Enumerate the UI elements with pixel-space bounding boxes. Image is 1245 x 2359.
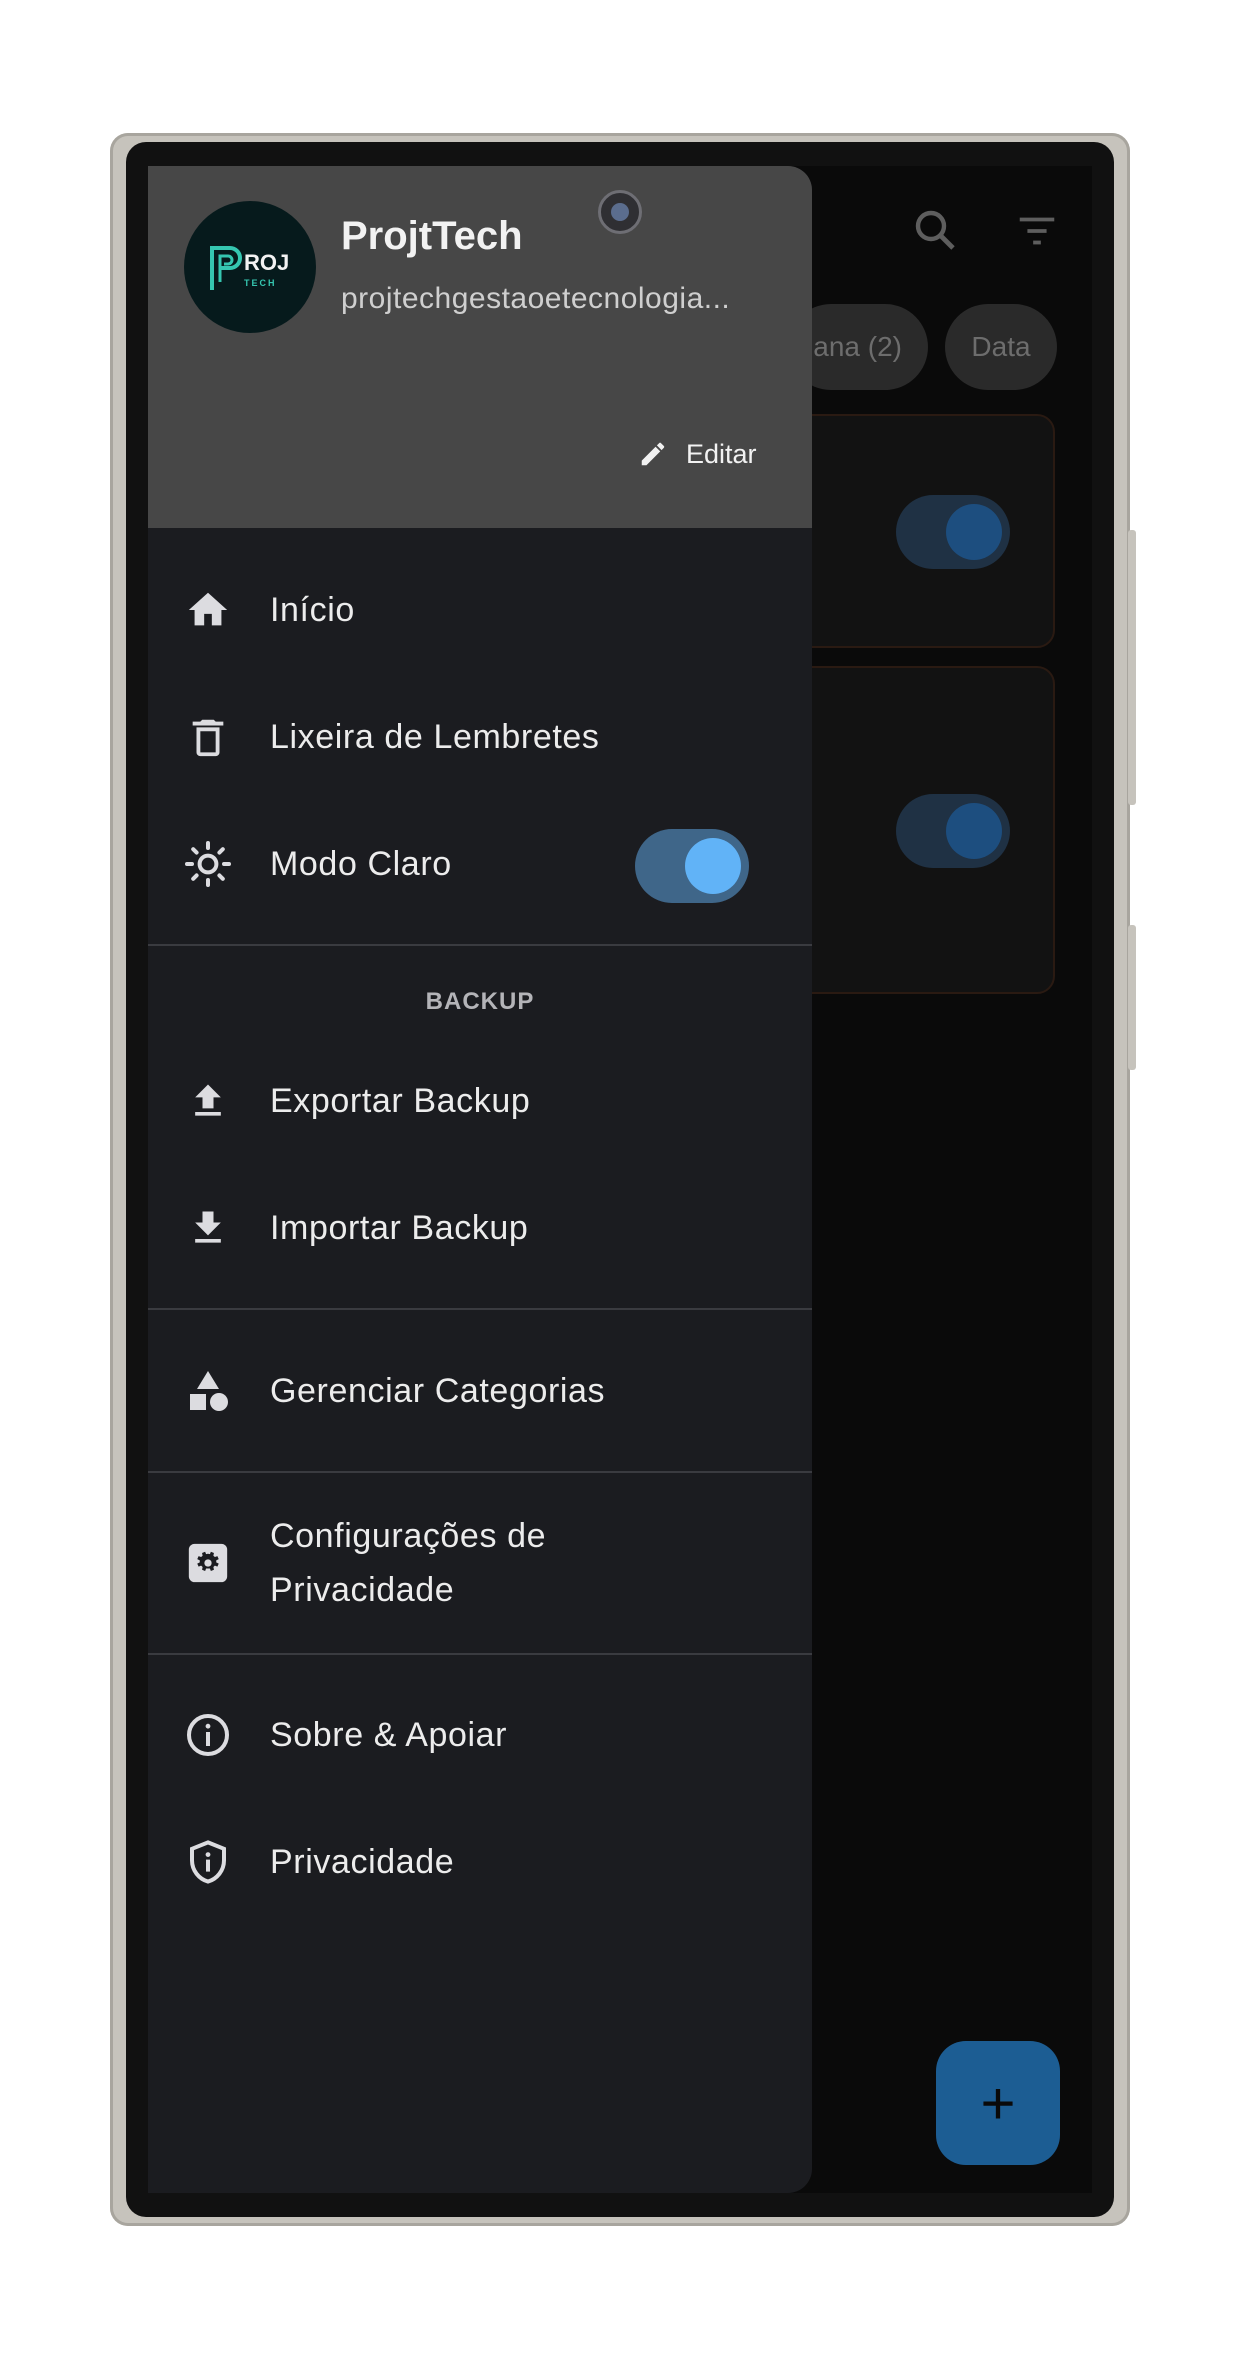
volume-button (1128, 530, 1136, 805)
projtech-logo: ROJ TECH (210, 246, 289, 290)
edit-profile-button[interactable]: Editar (638, 432, 757, 476)
menu-item-label: Lixeira de Lembretes (270, 717, 600, 756)
menu-item-gerenciar-categorias[interactable]: Gerenciar Categorias (148, 1336, 812, 1446)
menu-item-label: Modo Claro (270, 844, 452, 883)
divider (148, 1308, 812, 1310)
sun-icon (184, 840, 232, 888)
light-mode-toggle[interactable] (635, 829, 749, 903)
menu-item-inicio[interactable]: Início (148, 555, 812, 665)
menu-item-configuracoes-privacidade[interactable]: Configurações de Privacidade (148, 1478, 812, 1648)
pencil-icon (641, 442, 665, 466)
filter-icon[interactable] (1014, 208, 1060, 254)
menu-item-label: Privacidade (270, 1842, 455, 1881)
phone-screen: ana (2) Data 3 + ROJ TECH ProjtTech proj… (148, 166, 1092, 2193)
front-camera (598, 190, 642, 234)
menu-item-label: Configurações de Privacidade (270, 1509, 546, 1617)
upload-icon (184, 1077, 232, 1125)
avatar[interactable]: ROJ TECH (184, 201, 316, 333)
menu-item-label-line: Configurações de (270, 1517, 547, 1555)
menu-item-label: Sobre & Apoiar (270, 1715, 508, 1754)
reminder-toggle[interactable] (896, 495, 1010, 569)
drawer-header: ROJ TECH ProjtTech projtechgestaoetecnol… (148, 166, 812, 528)
navigation-drawer: ROJ TECH ProjtTech projtechgestaoetecnol… (148, 166, 812, 2193)
menu-item-importar-backup[interactable]: Importar Backup (148, 1173, 812, 1283)
menu-item-label: Exportar Backup (270, 1081, 531, 1120)
svg-text:TECH: TECH (244, 278, 277, 288)
shield-icon (184, 1838, 232, 1886)
user-email: projtechgestaoetecnologia... (341, 282, 731, 315)
reminder-toggle[interactable] (896, 794, 1010, 868)
search-icon[interactable] (911, 206, 959, 254)
menu-item-exportar-backup[interactable]: Exportar Backup (148, 1046, 812, 1156)
user-name: ProjtTech (341, 214, 523, 258)
divider (148, 1653, 812, 1655)
svg-text:ROJ: ROJ (244, 250, 289, 275)
divider (148, 1471, 812, 1473)
edit-label: Editar (686, 438, 757, 469)
menu-item-privacidade[interactable]: Privacidade (148, 1807, 812, 1917)
menu-item-label: Gerenciar Categorias (270, 1371, 606, 1410)
power-button (1128, 925, 1136, 1070)
menu-item-label: Início (270, 590, 355, 629)
menu-item-label: Importar Backup (270, 1208, 529, 1247)
trash-icon (184, 713, 232, 761)
add-reminder-button[interactable]: + (936, 2041, 1060, 2165)
download-icon (184, 1204, 232, 1252)
home-icon (184, 586, 232, 634)
section-title-backup: BACKUP (425, 988, 535, 1015)
menu-item-label-line: Privacidade (270, 1571, 455, 1609)
settings-gear-icon (184, 1539, 232, 1587)
shapes-icon (184, 1367, 232, 1415)
divider (148, 944, 812, 946)
menu-item-lixeira[interactable]: Lixeira de Lembretes (148, 682, 812, 792)
menu-item-sobre-apoiar[interactable]: Sobre & Apoiar (148, 1680, 812, 1790)
info-icon (184, 1711, 232, 1759)
filter-chip-date[interactable]: Data (945, 304, 1057, 390)
